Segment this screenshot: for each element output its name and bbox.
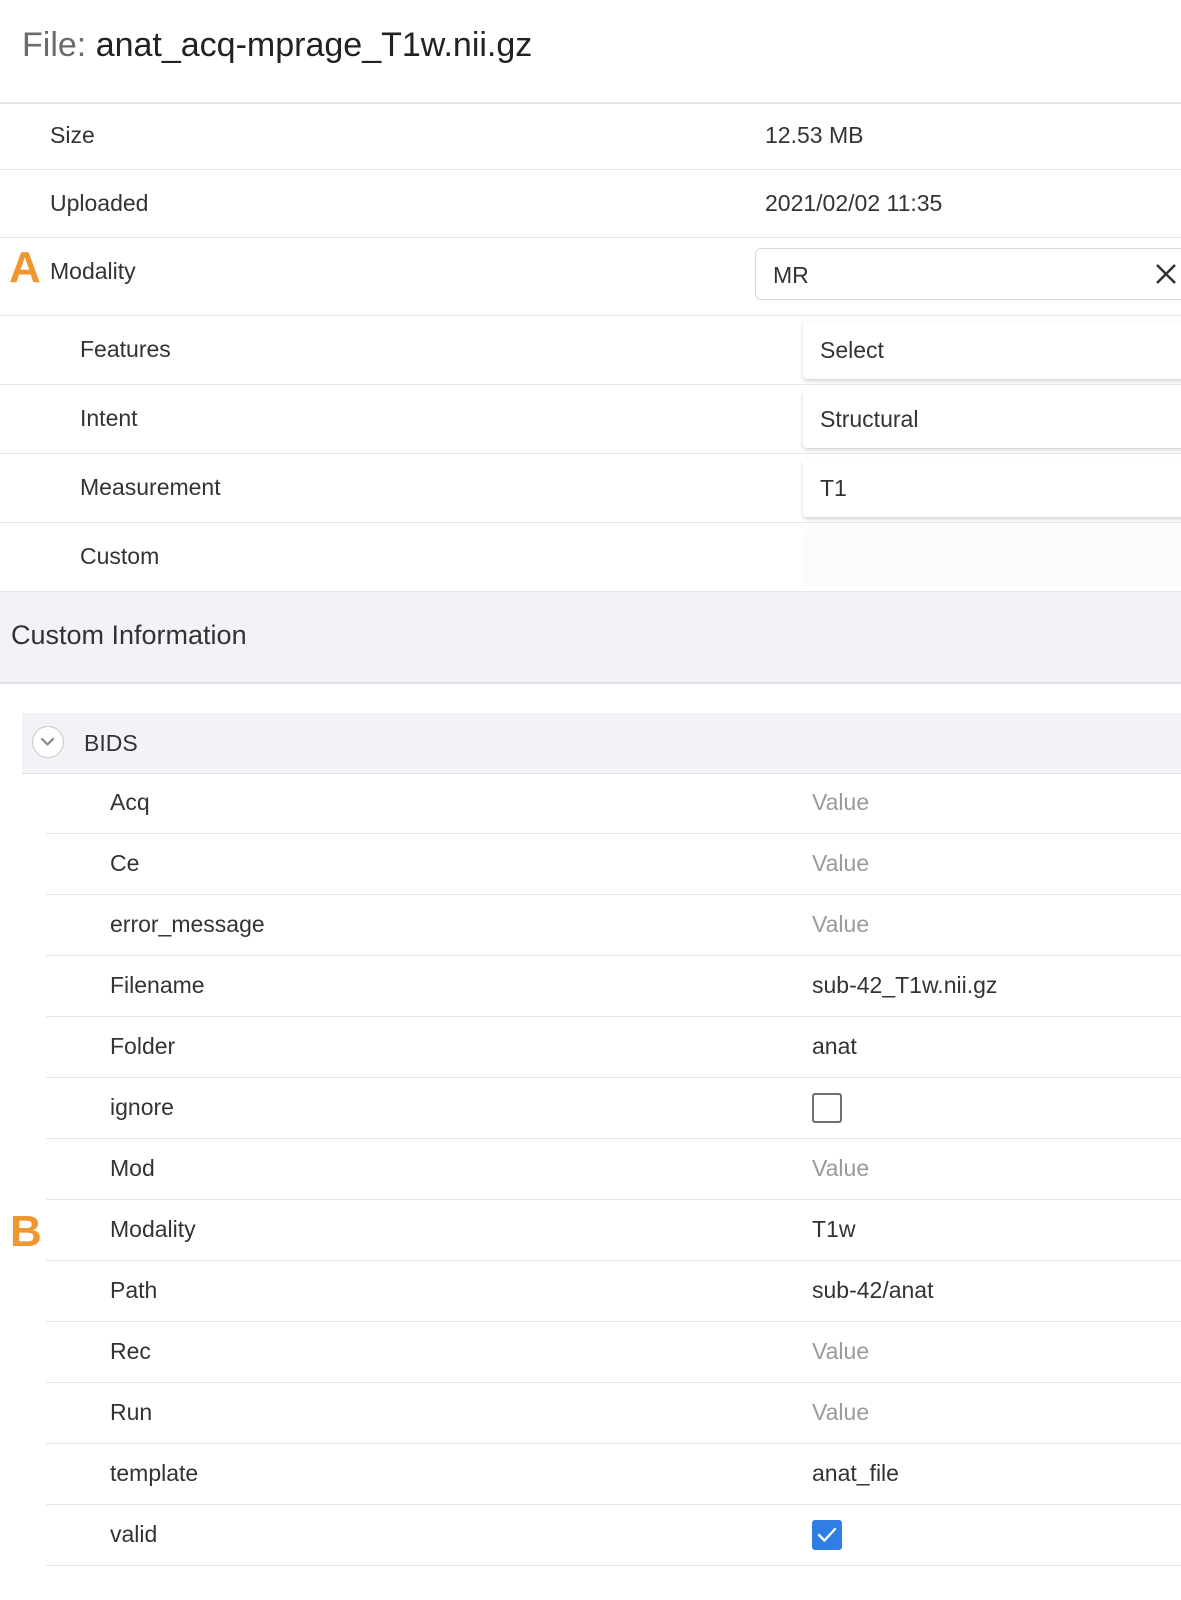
bids-row-path: Path sub-42/anat	[46, 1261, 1181, 1322]
size-row: Size 12.53 MB	[0, 102, 1181, 170]
modality-label: Modality	[50, 258, 136, 284]
modality-select[interactable]: MR	[755, 248, 1181, 300]
bids-value-input[interactable]: anat	[812, 1033, 857, 1060]
bids-key: Ce	[110, 850, 140, 876]
bids-value-input[interactable]: Value	[812, 789, 869, 816]
bids-row-run: Run Value	[46, 1383, 1181, 1444]
size-value: 12.53 MB	[765, 122, 864, 148]
bids-value-input[interactable]: T1w	[812, 1216, 855, 1243]
bids-value-input[interactable]: Value	[812, 1155, 869, 1182]
bids-row-valid: valid	[46, 1505, 1181, 1566]
bids-key: Path	[110, 1277, 158, 1303]
bids-value-input[interactable]: Value	[812, 850, 869, 877]
measurement-dropdown[interactable]: T1	[803, 459, 1181, 517]
chevron-down-icon	[40, 737, 55, 746]
custom-row: Custom	[0, 523, 1181, 592]
bids-row-acq: Acq Value	[46, 773, 1181, 834]
bids-value-input[interactable]: Value	[812, 911, 869, 938]
page-title: File: anat_acq-mprage_T1w.nii.gz	[22, 24, 532, 66]
bids-row-rec: Rec Value	[46, 1322, 1181, 1383]
clear-icon[interactable]	[1151, 259, 1181, 289]
bids-row-folder: Folder anat	[46, 1017, 1181, 1078]
bids-key: Run	[110, 1399, 153, 1425]
bids-row-filename: Filename sub-42_T1w.nii.gz	[46, 956, 1181, 1017]
bids-key: valid	[110, 1521, 158, 1547]
annotation-marker-a: A	[9, 243, 41, 292]
measurement-value: T1	[820, 475, 847, 501]
bids-value-input[interactable]: Value	[812, 1338, 869, 1365]
features-label: Features	[80, 336, 171, 362]
bids-key: Modality	[110, 1216, 196, 1242]
size-label: Size	[50, 122, 95, 148]
bids-key: Folder	[110, 1033, 176, 1059]
features-value: Select	[820, 337, 884, 363]
measurement-row: Measurement T1	[0, 454, 1181, 523]
annotation-marker-b: B	[10, 1207, 42, 1256]
bids-key: Rec	[110, 1338, 151, 1364]
bids-row-template: template anat_file	[46, 1444, 1181, 1505]
bids-value-input[interactable]: sub-42_T1w.nii.gz	[812, 972, 997, 999]
features-dropdown[interactable]: Select	[803, 321, 1181, 379]
uploaded-value: 2021/02/02 11:35	[765, 190, 943, 216]
section-title: Custom Information	[11, 620, 247, 650]
intent-row: Intent Structural	[0, 385, 1181, 454]
bids-row-mod: Mod Value	[46, 1139, 1181, 1200]
uploaded-row: Uploaded 2021/02/02 11:35	[0, 170, 1181, 238]
uploaded-label: Uploaded	[50, 190, 149, 216]
modality-value: MR	[773, 262, 809, 288]
measurement-label: Measurement	[80, 474, 221, 500]
collapse-toggle[interactable]	[32, 726, 64, 758]
features-row: Features Select	[0, 316, 1181, 385]
bids-row-modality: Modality T1w	[46, 1200, 1181, 1261]
modality-row: A Modality MR	[0, 238, 1181, 316]
bids-key: Acq	[110, 789, 150, 815]
bids-row-error-message: error_message Value	[46, 895, 1181, 956]
bids-key: template	[110, 1460, 199, 1486]
bids-key: Mod	[110, 1155, 155, 1181]
bids-key: ignore	[110, 1094, 174, 1120]
bids-value-input[interactable]: Value	[812, 1399, 869, 1426]
bids-value-input[interactable]: sub-42/anat	[812, 1277, 933, 1304]
bids-group-header[interactable]: BIDS	[22, 713, 1181, 774]
title-prefix: File:	[22, 26, 96, 64]
custom-information-header: Custom Information	[0, 592, 1181, 684]
custom-label: Custom	[80, 543, 160, 569]
intent-label: Intent	[80, 405, 138, 431]
intent-value: Structural	[820, 406, 919, 432]
bids-row-ce: Ce Value	[46, 834, 1181, 895]
custom-dropdown[interactable]	[803, 528, 1181, 586]
bids-value-input[interactable]: anat_file	[812, 1460, 899, 1487]
file-name: anat_acq-mprage_T1w.nii.gz	[95, 26, 533, 64]
bids-key: error_message	[110, 911, 265, 937]
file-header: File: anat_acq-mprage_T1w.nii.gz	[0, 0, 1181, 104]
bids-key: Filename	[110, 972, 205, 998]
checkmark-icon	[817, 1527, 837, 1542]
ignore-checkbox[interactable]	[812, 1093, 842, 1123]
bids-group-title: BIDS	[84, 730, 138, 756]
valid-checkbox[interactable]	[812, 1520, 842, 1550]
bids-row-ignore: ignore	[46, 1078, 1181, 1139]
intent-dropdown[interactable]: Structural	[803, 390, 1181, 448]
